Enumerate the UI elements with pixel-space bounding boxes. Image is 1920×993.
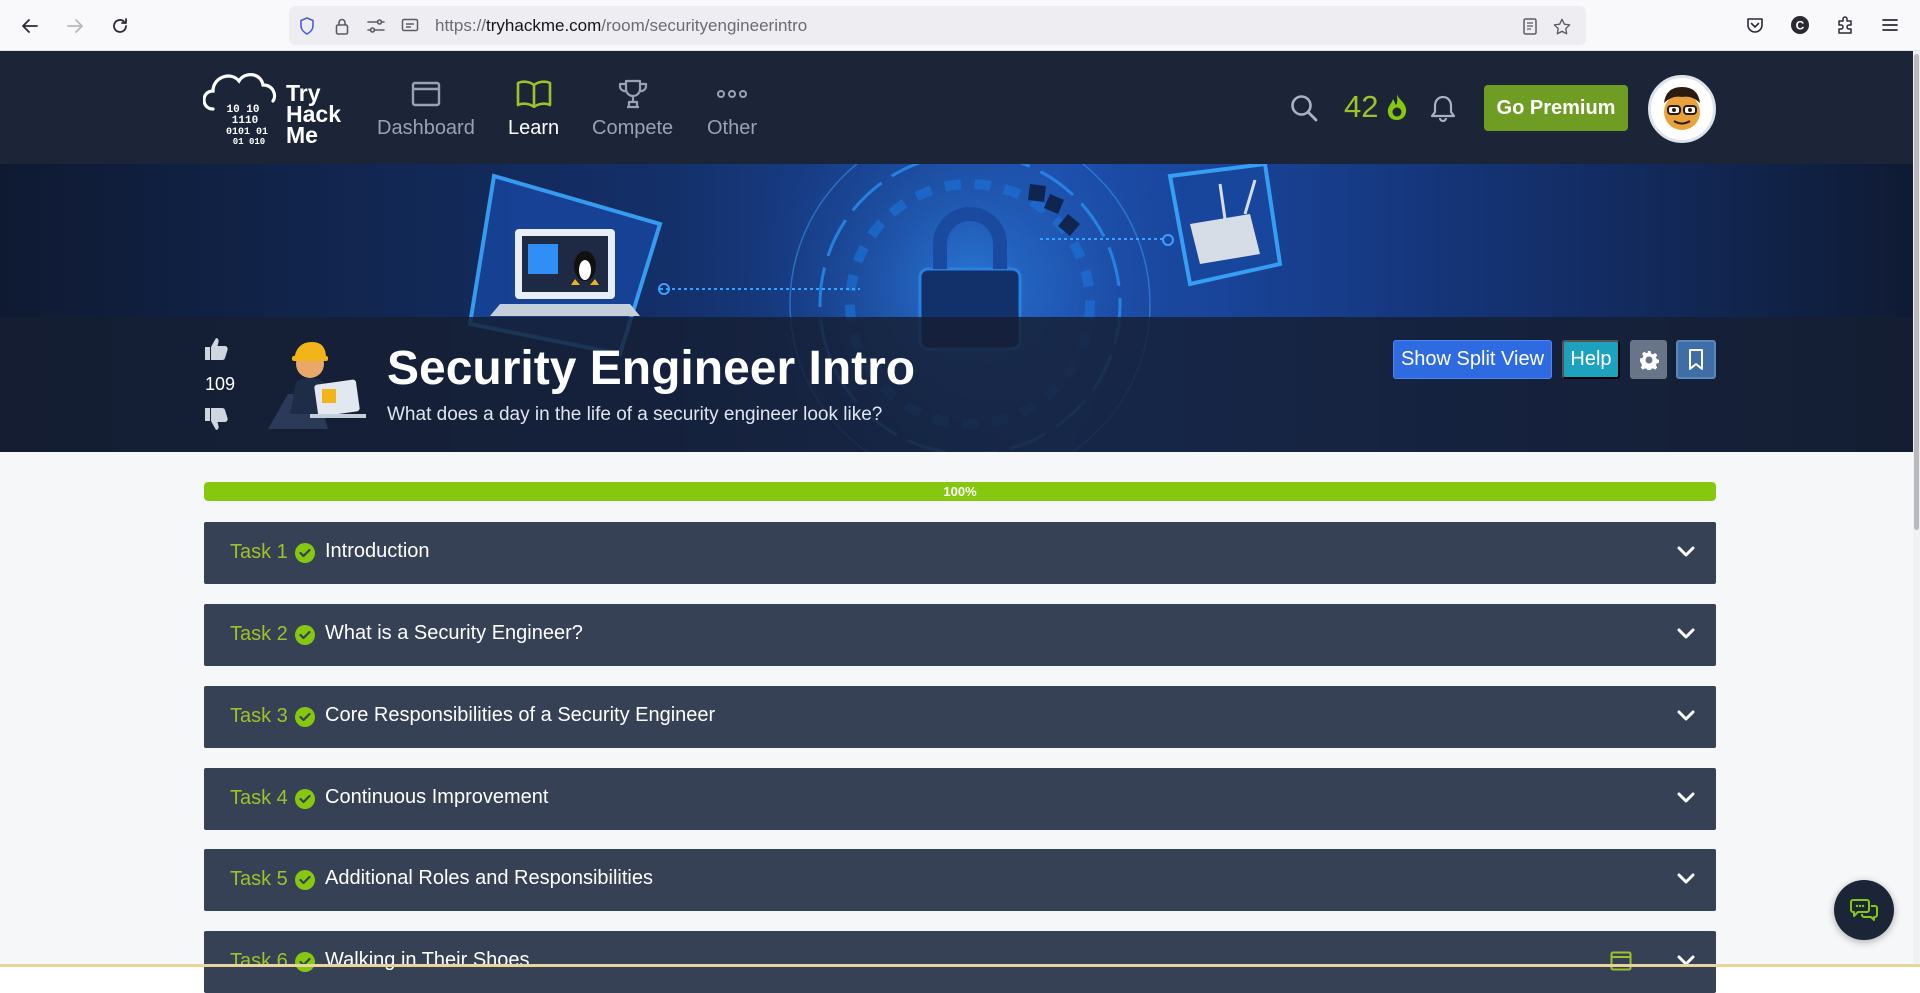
streak-count: 42 — [1344, 89, 1379, 124]
tryhackme-logo[interactable]: 10 10 1110 0101 01 01 010 Try Hack Me — [203, 65, 353, 151]
task-header[interactable]: Task 2 What is a Security Engineer? — [204, 604, 1716, 666]
save-room-button[interactable] — [1676, 340, 1716, 379]
svg-text:01 010: 01 010 — [233, 137, 265, 147]
nav-other-label: Other — [707, 117, 758, 139]
chat-support-button[interactable] — [1834, 880, 1894, 940]
permissions-icon[interactable] — [367, 17, 385, 35]
extensions-icon[interactable] — [1834, 14, 1856, 36]
flame-icon — [1384, 93, 1410, 121]
book-icon — [516, 77, 552, 111]
chat-bubbles-icon — [1850, 899, 1878, 921]
vote-count: 109 — [204, 374, 236, 394]
reload-icon[interactable] — [107, 13, 133, 39]
search-icon[interactable] — [1290, 94, 1318, 127]
browser-toolbar: https://tryhackme.com/room/securityengin… — [0, 0, 1920, 51]
room-content: 100% Task 1 Introduction Task 2 What is … — [0, 452, 1920, 993]
account-icon[interactable]: C — [1789, 14, 1811, 36]
cloud-logo-icon: 10 10 1110 0101 01 01 010 — [203, 73, 277, 147]
task-number: Task 5 — [230, 868, 288, 890]
chevron-down-icon[interactable] — [1676, 871, 1696, 887]
task-number: Task 2 — [230, 623, 288, 645]
task-header[interactable]: Task 1 Introduction — [204, 522, 1716, 584]
forward-icon[interactable] — [62, 13, 88, 39]
bookmark-star-icon[interactable] — [1553, 17, 1571, 35]
task-title: Introduction — [325, 540, 430, 562]
nav-other[interactable]: Other — [707, 77, 757, 140]
menu-icon[interactable] — [1879, 14, 1901, 36]
gear-icon — [1639, 350, 1659, 370]
task-title: Additional Roles and Responsibilities — [325, 867, 653, 889]
task-title: Core Responsibilities of a Security Engi… — [325, 704, 716, 726]
back-icon[interactable] — [17, 13, 43, 39]
chevron-down-icon[interactable] — [1676, 544, 1696, 560]
task-complete-check-icon — [295, 952, 315, 972]
bookmark-icon — [1689, 348, 1703, 370]
room-icon — [258, 334, 366, 439]
nav-dashboard[interactable]: Dashboard — [377, 77, 475, 140]
nav-learn-label: Learn — [508, 117, 560, 139]
trophy-icon — [617, 77, 649, 111]
tracking-shield-icon[interactable] — [298, 17, 316, 35]
svg-text:C: C — [1796, 19, 1805, 33]
task-title: Continuous Improvement — [325, 786, 549, 808]
task-header[interactable]: Task 6 Walking in Their Shoes — [204, 931, 1716, 993]
task-header[interactable]: Task 3 Core Responsibilities of a Securi… — [204, 686, 1716, 748]
thumbs-up-icon[interactable] — [203, 336, 229, 367]
room-settings-button[interactable] — [1630, 340, 1667, 379]
svg-text:1110: 1110 — [232, 115, 258, 127]
logo-wordmark: Try Hack Me — [286, 80, 341, 148]
task-complete-check-icon — [295, 707, 315, 727]
task-complete-check-icon — [295, 543, 315, 563]
task-number: Task 3 — [230, 705, 288, 727]
task-title: Walking in Their Shoes — [325, 949, 530, 971]
site-header: 10 10 1110 0101 01 01 010 Try Hack Me Da… — [0, 51, 1920, 164]
address-bar[interactable]: https://tryhackme.com/room/securityengin… — [289, 6, 1586, 45]
scrollbar-thumb[interactable] — [1914, 54, 1919, 530]
page-info-icon[interactable] — [401, 17, 419, 35]
dashboard-icon — [411, 77, 441, 111]
chevron-down-icon[interactable] — [1676, 790, 1696, 806]
streak-counter[interactable]: 42 — [1344, 89, 1410, 125]
task-complete-check-icon — [295, 789, 315, 809]
go-premium-button[interactable]: Go Premium — [1484, 85, 1628, 131]
task-complete-check-icon — [295, 625, 315, 645]
lock-icon[interactable] — [333, 17, 351, 35]
nav-learn[interactable]: Learn — [508, 77, 559, 140]
nav-dashboard-label: Dashboard — [377, 117, 475, 139]
task-number: Task 4 — [230, 787, 288, 809]
task-complete-check-icon — [295, 870, 315, 890]
room-banner: 109 Security Engineer Intro What does a … — [0, 164, 1920, 452]
notifications-bell-icon[interactable] — [1430, 94, 1456, 127]
pocket-icon[interactable] — [1744, 14, 1766, 36]
task-header[interactable]: Task 4 Continuous Improvement — [204, 768, 1716, 830]
room-title: Security Engineer Intro — [387, 342, 916, 395]
task-title: What is a Security Engineer? — [325, 622, 583, 644]
show-split-view-button[interactable]: Show Split View — [1393, 340, 1552, 379]
user-avatar[interactable] — [1648, 75, 1716, 143]
chevron-down-icon[interactable] — [1676, 626, 1696, 642]
thumbs-down-icon[interactable] — [203, 406, 229, 437]
task-number: Task 6 — [230, 950, 288, 972]
progress-fill: 100% — [204, 482, 1716, 501]
reader-view-icon[interactable] — [1521, 17, 1539, 35]
help-button[interactable]: Help — [1562, 340, 1620, 379]
nav-compete[interactable]: Compete — [592, 77, 673, 140]
url-text[interactable]: https://tryhackme.com/room/securityengin… — [435, 16, 807, 36]
task-number: Task 1 — [230, 541, 288, 563]
task-header[interactable]: Task 5 Additional Roles and Responsibili… — [204, 849, 1716, 911]
progress-label: 100% — [943, 484, 977, 499]
room-description: What does a day in the life of a securit… — [387, 404, 883, 425]
room-progress-bar: 100% — [204, 482, 1716, 501]
more-dots-icon — [717, 77, 748, 111]
nav-compete-label: Compete — [592, 117, 674, 139]
chevron-down-icon[interactable] — [1676, 708, 1696, 724]
